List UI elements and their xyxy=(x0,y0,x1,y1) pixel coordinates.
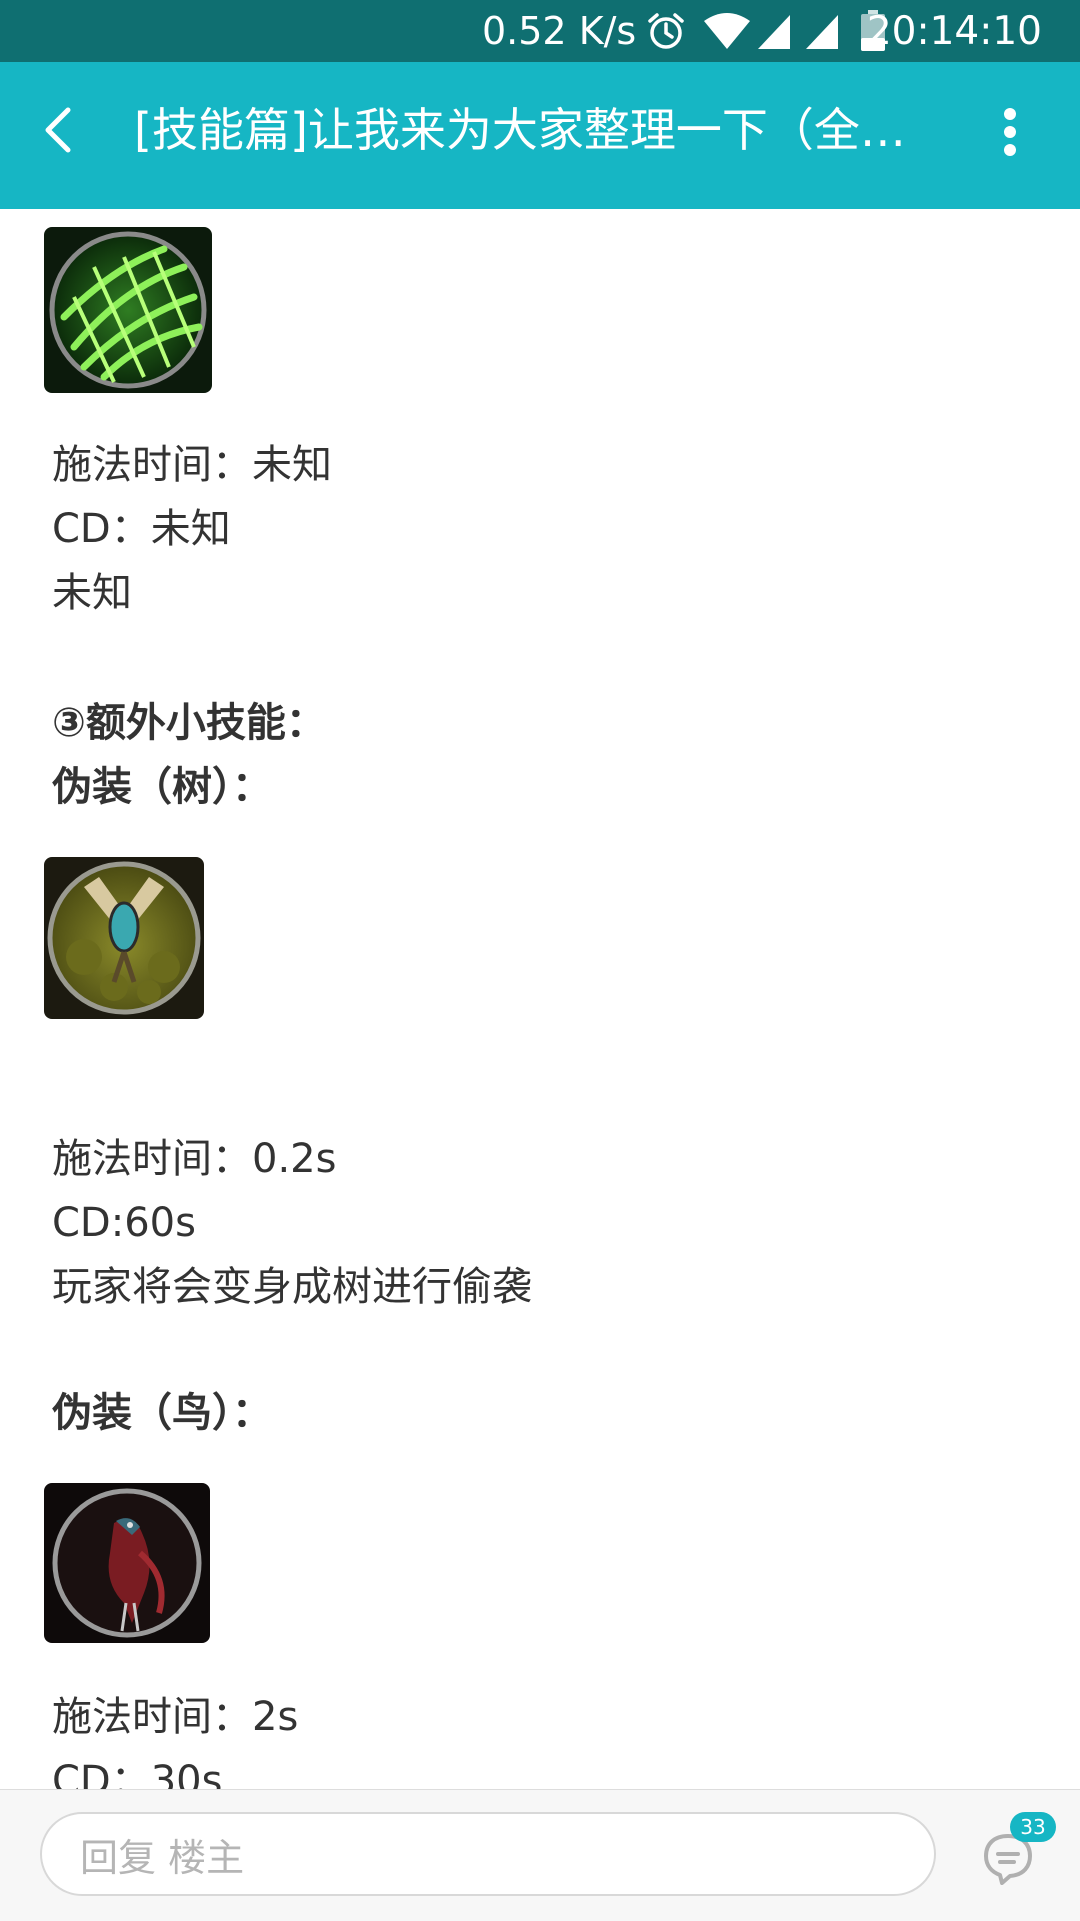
section-heading: ③额外小技能： xyxy=(52,700,326,746)
net-speed: 0.52 K/s xyxy=(482,9,637,53)
skill1-cast-time: 施法时间：未知 xyxy=(52,442,332,488)
skill-image-web[interactable] xyxy=(44,227,212,393)
skill1-desc: 未知 xyxy=(52,570,132,616)
signal-icon xyxy=(756,0,792,62)
tree-cast-time: 施法时间：0.2s xyxy=(52,1136,337,1182)
chevron-left-icon xyxy=(45,107,71,153)
tree-desc: 玩家将会变身成树进行偷袭 xyxy=(52,1264,532,1310)
skill1-cd: CD：未知 xyxy=(52,506,231,552)
page-title: [技能篇]让我来为大家整理一下（全… xyxy=(134,103,906,157)
back-button[interactable] xyxy=(30,102,86,158)
wifi-icon xyxy=(702,0,752,62)
reply-input[interactable]: 回复 楼主 xyxy=(40,1812,936,1896)
alarm-icon xyxy=(646,0,686,62)
skill-name-bird: 伪装（鸟）： xyxy=(52,1390,272,1436)
bottom-reply-bar: 回复 楼主 33 xyxy=(0,1789,1080,1921)
bird-cd: CD：30s xyxy=(52,1758,223,1789)
comment-count-badge: 33 xyxy=(1010,1812,1056,1842)
more-vertical-icon xyxy=(1004,108,1016,156)
clock: 20:14:10 xyxy=(866,8,1042,54)
signal-icon xyxy=(804,0,840,62)
post-content: 施法时间：未知 CD：未知 未知 ③额外小技能： 伪装（树）： 施法时间：0.2… xyxy=(0,209,1080,1789)
tree-cd: CD:60s xyxy=(52,1200,196,1246)
status-bar: 0.52 K/s 20:14:10 xyxy=(0,0,1080,62)
skill-name-tree: 伪装（树）： xyxy=(52,764,272,810)
more-options-button[interactable] xyxy=(990,102,1030,162)
skill-image-tree[interactable] xyxy=(44,857,204,1019)
app-bar: [技能篇]让我来为大家整理一下（全… xyxy=(0,62,1080,209)
bird-cast-time: 施法时间：2s xyxy=(52,1694,299,1740)
skill-image-bird[interactable] xyxy=(44,1483,210,1643)
